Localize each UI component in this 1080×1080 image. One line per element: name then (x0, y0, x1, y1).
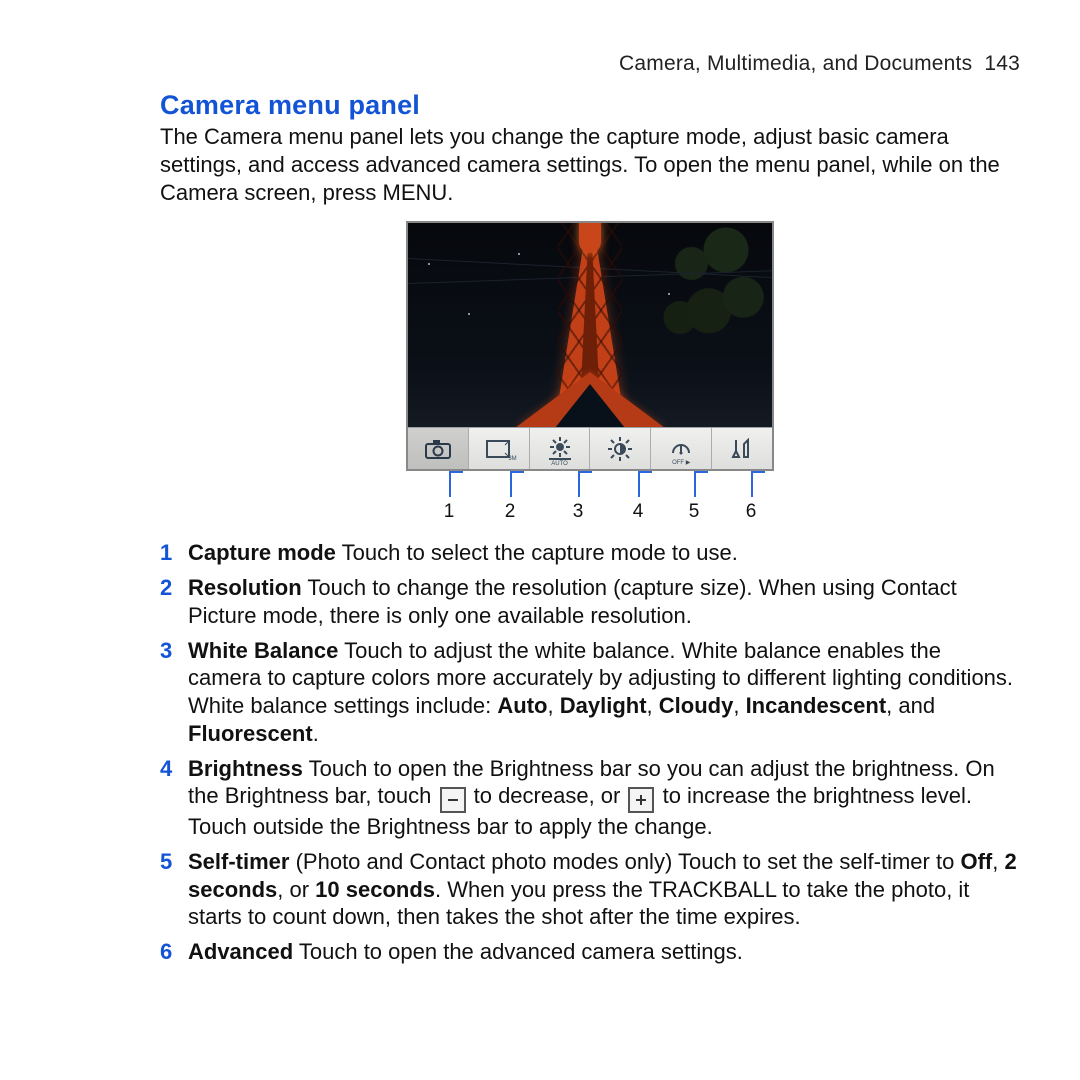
list-item-number: 6 (160, 938, 188, 966)
section-title: Camera menu panel (160, 90, 1020, 121)
section-intro: The Camera menu panel lets you change th… (160, 123, 1020, 207)
text-run: , (548, 693, 560, 718)
list-item-number: 2 (160, 574, 188, 602)
list-item-body: Resolution Touch to change the resolutio… (188, 574, 1020, 629)
camera-menu-bar: 3M AUTO OFF ▶ (408, 427, 772, 469)
callout-5: 5 (684, 501, 704, 523)
list-item-title: White Balance (188, 638, 338, 663)
camera-icon (425, 439, 451, 459)
list-item-number: 3 (160, 637, 188, 665)
list-item-title: Self-timer (188, 849, 289, 874)
text-run: Daylight (560, 693, 647, 718)
timer-icon (669, 438, 693, 460)
list-item-body: Advanced Touch to open the advanced came… (188, 938, 1020, 966)
page-number: 143 (984, 52, 1020, 75)
brightness-button[interactable] (590, 428, 651, 469)
text-run: to decrease, or (468, 783, 627, 808)
capture-mode-button[interactable] (408, 428, 469, 469)
list-item-number: 4 (160, 755, 188, 783)
callout-6: 6 (741, 501, 761, 523)
list-item-body: Brightness Touch to open the Brightness … (188, 755, 1020, 841)
resolution-sublabel: 3M (508, 456, 516, 462)
figure-callouts: 1 2 3 4 5 6 (406, 471, 774, 523)
list-item: 5Self-timer (Photo and Contact photo mod… (160, 848, 1020, 931)
list-item-title: Advanced (188, 939, 293, 964)
callout-1: 1 (439, 501, 459, 523)
camera-preview-screenshot: 3M AUTO OFF ▶ (406, 221, 774, 471)
list-item: 6Advanced Touch to open the advanced cam… (160, 938, 1020, 966)
text-run: , or (277, 877, 315, 902)
text-run: Auto (497, 693, 547, 718)
text-run: Incandescent (746, 693, 887, 718)
white-balance-button[interactable]: AUTO (530, 428, 591, 469)
list-item: 1Capture mode Touch to select the captur… (160, 539, 1020, 567)
list-item-title: Capture mode (188, 540, 336, 565)
list-item-body: White Balance Touch to adjust the white … (188, 637, 1020, 748)
list-item-number: 1 (160, 539, 188, 567)
self-timer-button[interactable]: OFF ▶ (651, 428, 712, 469)
text-run: , and (886, 693, 935, 718)
text-run: Cloudy (659, 693, 734, 718)
tools-icon (730, 437, 754, 461)
callout-2: 2 (500, 501, 520, 523)
tree-silhouette (657, 223, 772, 358)
text-run: (Photo and Contact photo modes only) Tou… (289, 849, 960, 874)
list-item-title: Resolution (188, 575, 302, 600)
page-header: Camera, Multimedia, and Documents 143 (160, 52, 1020, 76)
chapter-title: Camera, Multimedia, and Documents (619, 52, 972, 75)
description-list: 1Capture mode Touch to select the captur… (160, 539, 1020, 965)
list-item-title: Brightness (188, 756, 303, 781)
advanced-button[interactable] (712, 428, 772, 469)
text-run: . (313, 721, 319, 746)
brightness-icon (607, 436, 633, 462)
list-item-number: 5 (160, 848, 188, 876)
text-run: Touch to change the resolution (capture … (188, 575, 957, 628)
list-item-body: Capture mode Touch to select the capture… (188, 539, 1020, 567)
camera-menu-figure: 3M AUTO OFF ▶ (406, 221, 774, 523)
text-run: , (647, 693, 659, 718)
text-run: Off (960, 849, 992, 874)
list-item: 2Resolution Touch to change the resoluti… (160, 574, 1020, 629)
list-item: 4Brightness Touch to open the Brightness… (160, 755, 1020, 841)
wb-sublabel: AUTO (530, 461, 590, 467)
resolution-button[interactable]: 3M (469, 428, 530, 469)
text-run: Touch to open the advanced camera settin… (293, 939, 743, 964)
plus-icon (628, 787, 654, 813)
sun-icon (547, 436, 573, 462)
timer-sublabel: OFF ▶ (651, 459, 711, 466)
text-run: , (733, 693, 745, 718)
text-run: 10 seconds (315, 877, 435, 902)
list-item: 3White Balance Touch to adjust the white… (160, 637, 1020, 748)
manual-page: Camera, Multimedia, and Documents 143 Ca… (0, 0, 1080, 1080)
text-run: Touch to select the capture mode to use. (336, 540, 738, 565)
photo-preview (408, 223, 772, 428)
minus-icon (440, 787, 466, 813)
text-run: , (992, 849, 1004, 874)
text-run: Fluorescent (188, 721, 313, 746)
callout-4: 4 (628, 501, 648, 523)
callout-3: 3 (568, 501, 588, 523)
list-item-body: Self-timer (Photo and Contact photo mode… (188, 848, 1020, 931)
